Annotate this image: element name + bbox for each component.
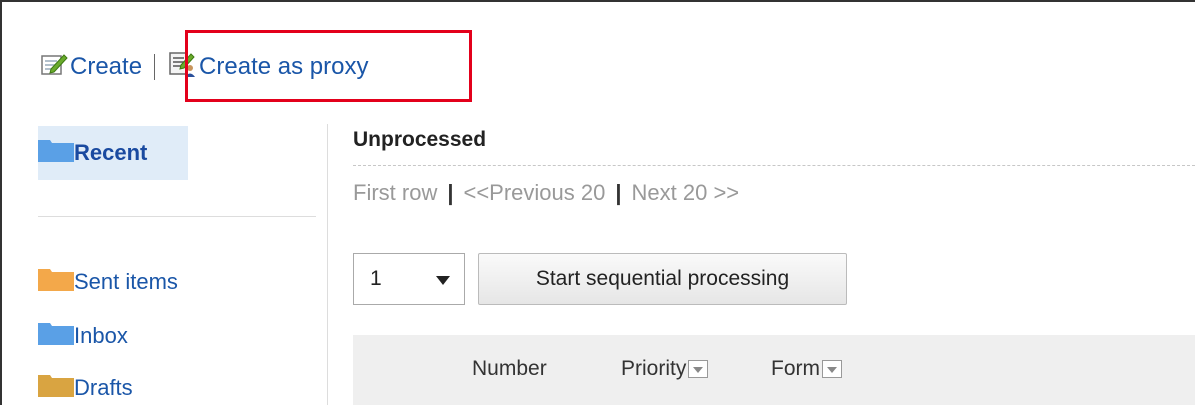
folder-blue-icon xyxy=(38,321,74,351)
sidebar-item-label: Recent xyxy=(74,140,148,165)
count-select-value: 1 xyxy=(370,267,382,290)
start-sequential-processing-button[interactable]: Start sequential processing xyxy=(478,253,847,305)
chevron-down-icon xyxy=(436,276,450,285)
pane-divider xyxy=(327,124,328,405)
highlight-box xyxy=(185,30,472,102)
column-form[interactable]: Form xyxy=(771,357,842,381)
create-link[interactable]: Create xyxy=(40,52,142,83)
pager-separator: | xyxy=(615,180,622,205)
folder-orange-icon xyxy=(38,267,74,297)
section-title: Unprocessed xyxy=(353,128,487,151)
column-label: Priority xyxy=(621,357,687,380)
sidebar: Recent Sent items Inbox Drafts xyxy=(38,126,318,406)
title-underline xyxy=(353,165,1195,166)
create-label: Create xyxy=(70,53,143,80)
column-label: Number xyxy=(472,357,547,380)
button-label: Start sequential processing xyxy=(535,267,790,290)
previous-link[interactable]: <<Previous 20 xyxy=(463,180,605,206)
sidebar-item-drafts[interactable]: Drafts xyxy=(38,370,318,406)
first-row-link[interactable]: First row xyxy=(353,180,437,206)
pager: First row | <<Previous 20 | Next 20 >> xyxy=(353,180,739,206)
filter-dropdown-icon[interactable] xyxy=(822,360,842,378)
pager-separator: | xyxy=(447,180,454,205)
folder-blue-icon xyxy=(38,138,74,168)
next-link[interactable]: Next 20 >> xyxy=(632,180,740,206)
folder-tan-icon xyxy=(38,373,74,403)
filter-dropdown-icon[interactable] xyxy=(688,360,709,378)
sidebar-item-recent[interactable]: Recent xyxy=(38,126,188,180)
sidebar-item-label: Inbox xyxy=(74,323,128,348)
toolbar-divider xyxy=(154,54,156,80)
column-number[interactable]: Number xyxy=(472,357,547,381)
table-header: Number Priority Form xyxy=(353,335,1195,405)
create-edit-icon xyxy=(40,52,68,83)
count-select[interactable]: 1 xyxy=(353,253,465,305)
sidebar-item-sent-items[interactable]: Sent items xyxy=(38,264,318,300)
sidebar-item-inbox[interactable]: Inbox xyxy=(38,318,318,354)
column-label: Form xyxy=(771,357,820,380)
sidebar-item-label: Drafts xyxy=(74,375,133,400)
column-priority[interactable]: Priority xyxy=(621,357,709,381)
sidebar-item-label: Sent items xyxy=(74,269,178,294)
